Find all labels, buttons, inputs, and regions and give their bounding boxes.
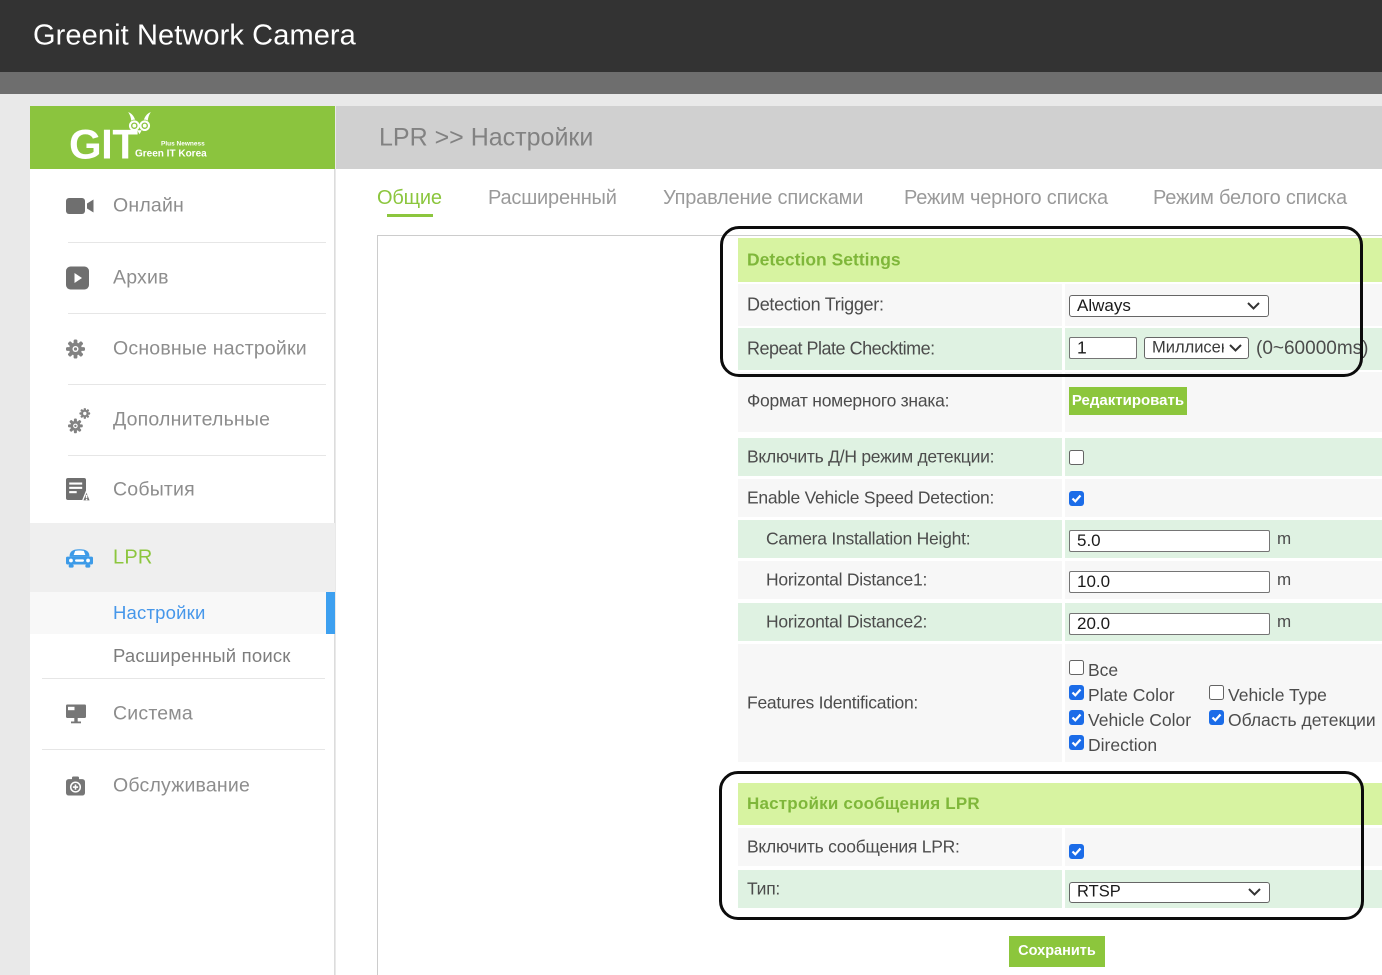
svg-text:Green IT Korea: Green IT Korea (135, 149, 207, 160)
svg-text:Plus Newness: Plus Newness (161, 141, 205, 148)
svg-text:GIT: GIT (69, 121, 138, 168)
